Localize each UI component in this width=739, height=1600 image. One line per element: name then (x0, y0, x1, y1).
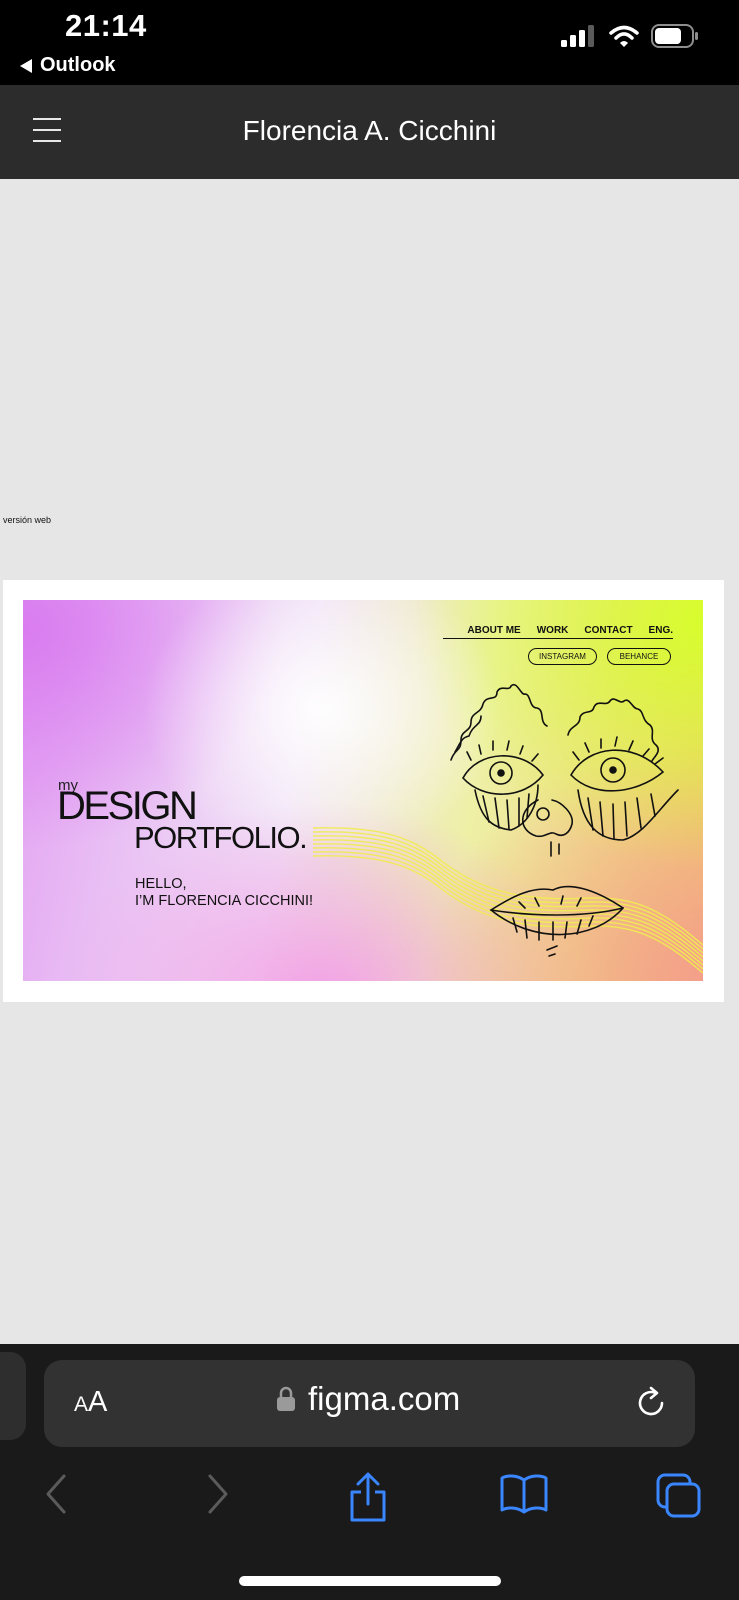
back-icon[interactable] (44, 1472, 70, 1516)
status-time: 21:14 (65, 8, 147, 43)
nav-language[interactable]: ENG. (649, 625, 673, 636)
figma-canvas[interactable]: versión web ABOUT ME WORK CONTACT ENG. I… (0, 179, 739, 1344)
previous-tab-preview[interactable] (0, 1352, 26, 1440)
frame-version-web[interactable]: ABOUT ME WORK CONTACT ENG. INSTAGRAM BEH… (3, 580, 724, 1002)
status-icons (561, 24, 699, 48)
text-size-button[interactable]: AA (74, 1386, 107, 1419)
status-bar: 21:14 Outlook (0, 0, 739, 85)
cellular-signal-icon (561, 25, 594, 47)
lock-icon (277, 1386, 295, 1411)
artboard-nav: ABOUT ME WORK CONTACT ENG. (443, 625, 673, 639)
battery-icon (651, 24, 698, 48)
back-app-label: Outlook (40, 54, 116, 76)
frame-label[interactable]: versión web (3, 515, 51, 525)
home-indicator[interactable] (239, 1576, 501, 1586)
social-links: INSTAGRAM BEHANCE (528, 648, 671, 665)
greeting-line-2: I’M FLORENCIA CICCHINI! (135, 893, 314, 909)
nav-about-me[interactable]: ABOUT ME (467, 625, 520, 636)
title-portfolio: PORTFOLIO. (134, 820, 308, 855)
url-text[interactable]: figma.com (308, 1380, 460, 1418)
behance-link[interactable]: BEHANCE (606, 648, 671, 665)
wifi-icon (609, 25, 639, 47)
browser-bar: AA figma.com (0, 1344, 739, 1600)
greeting-line-1: HELLO, (135, 876, 187, 892)
bookmarks-icon[interactable] (499, 1472, 549, 1516)
back-triangle-icon (20, 58, 32, 73)
address-bar[interactable]: AA figma.com (44, 1360, 695, 1447)
reload-icon[interactable] (635, 1386, 669, 1420)
nav-contact[interactable]: CONTACT (584, 625, 632, 636)
browser-toolbar (0, 1472, 739, 1532)
portfolio-artboard[interactable]: ABOUT ME WORK CONTACT ENG. INSTAGRAM BEH… (23, 600, 703, 981)
tabs-icon[interactable] (655, 1472, 703, 1520)
back-to-app-link[interactable]: Outlook (20, 54, 116, 77)
url-group[interactable]: figma.com (276, 1380, 460, 1418)
file-title: Florencia A. Cicchini (242, 115, 497, 146)
nav-work[interactable]: WORK (537, 625, 569, 636)
app-header: Florencia A. Cicchini (0, 85, 739, 179)
greeting: HELLO, I’M FLORENCIA CICCHINI! (135, 876, 313, 910)
forward-icon[interactable] (204, 1472, 230, 1516)
instagram-link[interactable]: INSTAGRAM (528, 648, 597, 665)
share-icon[interactable] (347, 1472, 389, 1524)
